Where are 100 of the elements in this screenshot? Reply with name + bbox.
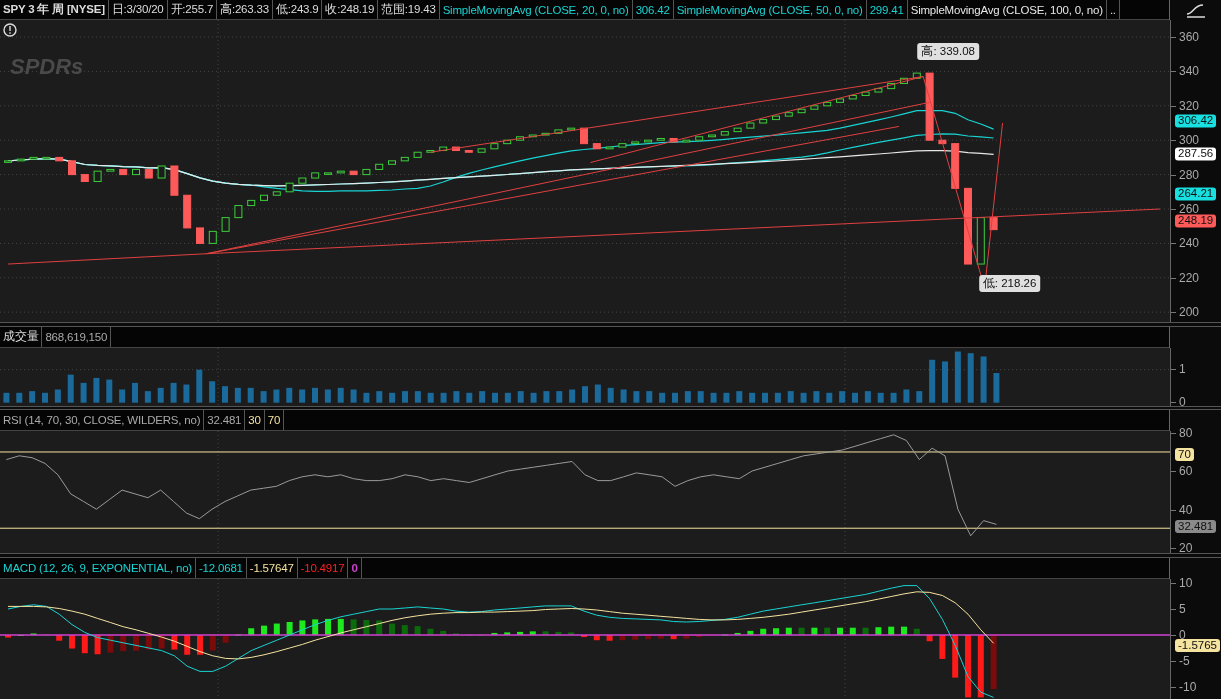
volume-bar — [299, 389, 306, 403]
panel-title: MACD (12, 26, 9, EXPONENTIAL, no) — [0, 558, 196, 578]
volume-bar — [453, 390, 460, 403]
price-callout: 高: 339.08 — [917, 42, 979, 60]
axis-label: 340 — [1179, 64, 1200, 78]
axis-label: 0 — [1179, 628, 1186, 642]
panel-title: 成交量 — [0, 326, 43, 347]
quote-field: 收:248.19 — [322, 0, 379, 19]
volume-bar — [157, 387, 164, 403]
volume-bar — [530, 392, 537, 403]
volume-value: 868,619,150 — [42, 326, 112, 347]
study-label: SimpleMovingAvg (CLOSE, 50, 0, no) — [673, 0, 867, 19]
volume-bar — [800, 392, 807, 403]
volume-bar — [312, 387, 318, 403]
level-value: 30 — [245, 410, 265, 431]
quote-field: 低:243.9 — [272, 0, 323, 19]
rsi-value: 32.481 — [204, 410, 246, 431]
volume-bar — [273, 389, 280, 403]
volume-bar — [517, 390, 524, 403]
study-label: SimpleMovingAvg (CLOSE, 20, 0, no) — [439, 0, 633, 19]
volume-bar — [260, 390, 267, 403]
price-tag: -1.5765 — [1175, 639, 1220, 653]
volume-bar — [980, 356, 987, 403]
volume-bar — [672, 392, 678, 403]
volume-bar — [209, 380, 216, 403]
volume-bar — [633, 390, 640, 403]
volume-bar — [556, 390, 563, 403]
symbol-title: SPY 3 年 周 [NYSE] — [0, 0, 109, 19]
volume-bar — [132, 382, 138, 403]
macd-value: -12.0681 — [195, 558, 247, 578]
study-value: 299.41 — [866, 0, 908, 19]
volume-bar — [196, 369, 203, 403]
volume-bar — [787, 390, 794, 403]
study-value: 306.42 — [632, 0, 674, 19]
axis-label: 240 — [1179, 236, 1200, 250]
volume-bar — [684, 390, 691, 403]
axis-label: 10 — [1179, 576, 1193, 590]
volume-bar — [29, 390, 36, 403]
volume-bar — [106, 379, 113, 403]
axis-label: 5 — [1179, 602, 1186, 616]
more-indicator[interactable]: .. — [1106, 0, 1120, 19]
volume-bar — [646, 390, 653, 403]
axis-label: 360 — [1179, 30, 1200, 44]
panel-title: RSI (14, 70, 30, CLOSE, WILDERS, no) — [0, 410, 205, 431]
volume-bar — [852, 392, 858, 403]
chart-style-icon[interactable] — [1184, 2, 1207, 18]
volume-bar — [3, 392, 10, 403]
volume-bar — [954, 351, 961, 403]
quote-field: 高:263.33 — [217, 0, 273, 19]
volume-bar — [479, 390, 486, 403]
alert-icon[interactable] — [3, 23, 17, 37]
price-tag: 70 — [1175, 448, 1194, 462]
volume-bar — [543, 390, 550, 403]
volume-bar — [389, 392, 396, 403]
volume-bar — [967, 352, 974, 403]
axis-label: 280 — [1179, 168, 1200, 182]
volume-bar — [414, 390, 421, 403]
volume-bar — [376, 390, 383, 403]
volume-bar — [607, 387, 614, 403]
volume-bar — [363, 392, 370, 403]
volume-bar — [144, 390, 151, 403]
volume-bar — [826, 392, 833, 403]
price-tag: 264.21 — [1175, 187, 1217, 201]
volume-bar — [736, 390, 743, 403]
quote-field: 开:255.7 — [167, 0, 218, 19]
volume-bar — [54, 389, 61, 403]
axis-label: 40 — [1179, 503, 1193, 516]
volume-bar — [697, 390, 704, 403]
axis-label: 80 — [1179, 426, 1193, 440]
price-tag: 248.19 — [1175, 214, 1217, 228]
volume-bar — [16, 392, 23, 403]
volume-bar — [903, 389, 910, 403]
axis-label: 320 — [1179, 99, 1200, 113]
quote-field: 日:3/30/20 — [108, 0, 168, 19]
volume-bar — [427, 392, 434, 403]
volume-bar — [569, 389, 576, 403]
volume-bar — [170, 382, 177, 403]
volume-bar — [620, 389, 627, 403]
volume-bar — [723, 392, 730, 403]
volume-bar — [839, 390, 846, 403]
volume-bar — [234, 387, 241, 403]
axis-label: 300 — [1179, 133, 1200, 147]
price-tag: 306.42 — [1175, 114, 1217, 128]
axis-label: 220 — [1179, 271, 1200, 285]
volume-bar — [222, 385, 228, 403]
volume-bar — [890, 392, 897, 403]
price-callout: 低: 218.26 — [978, 274, 1041, 292]
volume-bar — [67, 374, 74, 403]
volume-bar — [659, 392, 666, 403]
volume-bar — [93, 377, 100, 403]
axis-label: 60 — [1179, 464, 1193, 478]
quote-field: 范围:19.43 — [378, 0, 440, 19]
axis-label: 260 — [1179, 202, 1200, 216]
axis-label: 200 — [1179, 305, 1200, 319]
volume-bar — [762, 392, 768, 403]
volume-bar — [864, 390, 871, 403]
axis-label: -10 — [1179, 680, 1197, 694]
axis-label: 20 — [1179, 541, 1193, 555]
volume-bar — [286, 387, 293, 403]
volume-bar — [710, 392, 717, 403]
